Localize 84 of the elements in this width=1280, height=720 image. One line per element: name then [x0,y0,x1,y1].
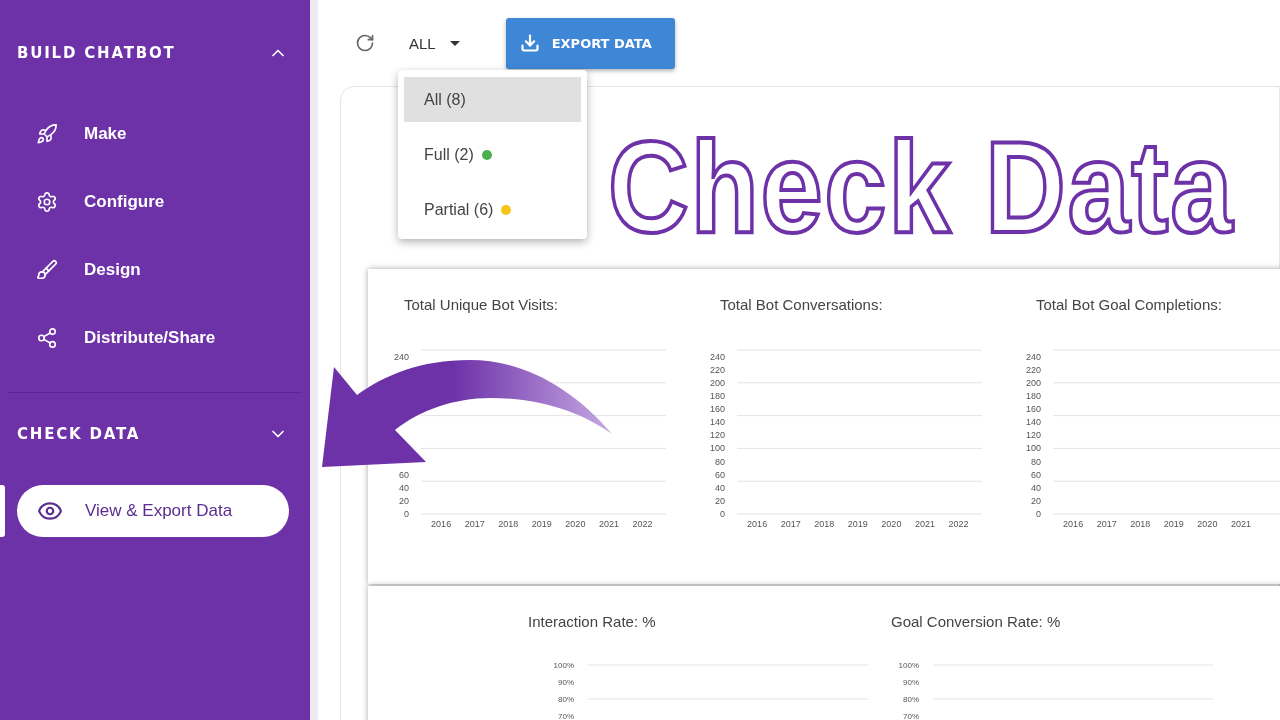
axis-tick-label: 40 [715,482,725,493]
axis-tick-label: 0 [404,509,409,519]
download-icon [519,33,540,53]
axis-tick-label: 2020 [881,519,902,529]
axis-tick-label: 120 [1025,430,1041,441]
nav-item[interactable]: Configure [0,168,310,236]
axis-tick-label: 40 [399,482,409,493]
axis-tick-label: 2019 [847,519,868,529]
axis-tick-label: 2018 [498,519,519,529]
chart-title: Total Unique Bot Visits: [404,296,559,315]
axis-tick-label: 100 [1025,443,1041,454]
section-heading: CHECK DATA [17,425,141,443]
axis-tick-label: 70% [558,712,574,720]
axis-tick-label: 2022 [948,519,969,529]
axis-tick-label: 60 [1031,469,1041,480]
axis-tick-label: 200 [1025,377,1041,388]
axis-tick-label: 80 [1031,456,1041,467]
axis-tick-label: 140 [1025,417,1041,428]
axis-tick-label: 60 [715,469,725,480]
nav-item[interactable]: Make [0,100,310,168]
export-button[interactable]: EXPORT DATA [505,17,675,69]
axis-tick-label: 2021 [914,519,935,529]
axis-tick-label: 2022 [632,519,653,529]
axis-tick-label: 2016 [747,519,768,529]
axis-tick-label: 2019 [531,519,552,529]
chart-title: Goal Conversion Rate: % [891,613,1062,632]
axis-tick-label: 2019 [1163,519,1184,529]
axis-tick-label: 100% [898,661,919,670]
axis-tick-label: 220 [709,364,725,375]
axis-tick-label: 20 [715,495,725,506]
axis-tick-label: 2021 [598,519,619,529]
axis-tick-label: 20 [399,495,409,506]
axis-tick-label: 220 [1025,364,1041,375]
axis-tick-label: 90% [558,678,574,687]
nav-item[interactable]: Design [0,236,310,304]
share-icon [36,327,58,349]
refresh-icon[interactable] [355,33,375,53]
axis-tick-label: 2017 [464,519,485,529]
menu-item[interactable]: Partial (6) [404,187,581,232]
chart-title: Total Bot Conversations: [720,296,884,315]
axis-tick-label: 2020 [565,519,586,529]
axis-tick-label: 100% [553,661,574,670]
axis-tick-label: 100 [709,443,725,454]
chart-title: Interaction Rate: % [528,613,657,632]
axis-tick-label: 2020 [1197,519,1218,529]
menu-item[interactable]: Full (2) [404,132,581,177]
axis-tick-label: 160 [709,404,725,415]
rocket-icon [36,123,58,145]
axis-tick-label: 2017 [780,519,801,529]
axis-tick-label: 160 [1025,404,1041,415]
nav-item[interactable]: Distribute/Share [0,304,310,372]
overlay-title: Check Data [608,113,1235,262]
section-heading: BUILD CHATBOT [17,44,176,62]
caret-icon [449,40,460,46]
axis-tick-label: 70% [903,712,919,720]
axis-tick-label: 240 [393,351,409,362]
axis-tick-label: 2016 [1063,519,1084,529]
axis-tick-label: 140 [709,417,725,428]
axis-tick-label: 40 [1031,482,1041,493]
active-indicator [0,485,5,537]
brush-icon [36,259,58,281]
axis-tick-label: 240 [1025,351,1041,362]
axis-tick-label: 60 [399,469,409,480]
axis-tick-label: 2016 [431,519,452,529]
settings-icon [36,191,58,213]
axis-tick-label: 0 [720,509,725,519]
axis-tick-label: 80 [715,456,725,467]
axis-tick-label: 90% [903,678,919,687]
filter-dropdown[interactable]: ALL [397,34,472,52]
axis-tick-label: 2021 [1230,519,1251,529]
axis-tick-label: 0 [1036,509,1041,519]
axis-tick-label: 80% [903,695,919,704]
axis-tick-label: 80% [558,695,574,704]
axis-tick-label: 20 [1031,495,1041,506]
axis-tick-label: 120 [709,430,725,441]
axis-tick-label: 2018 [1130,519,1151,529]
chart-title: Total Bot Goal Completions: [1036,296,1223,315]
menu-item[interactable]: All (8) [404,77,581,122]
axis-tick-label: 180 [709,390,725,401]
axis-tick-label: 2017 [1096,519,1117,529]
axis-tick-label: 180 [1025,390,1041,401]
axis-tick-label: 200 [709,377,725,388]
axis-tick-label: 2018 [814,519,835,529]
axis-tick-label: 240 [709,351,725,362]
